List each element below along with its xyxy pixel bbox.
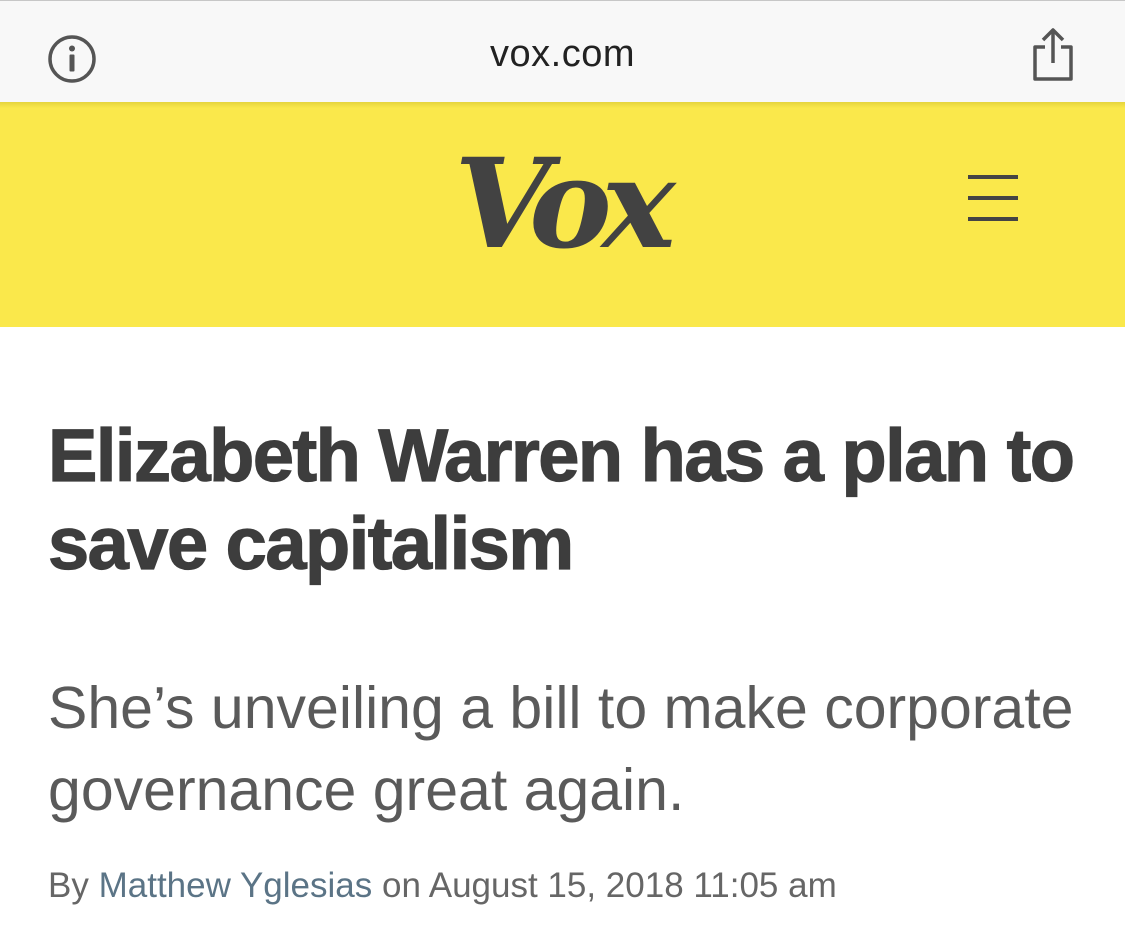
site-header: Vox <box>0 102 1125 327</box>
byline-on: on <box>382 866 421 905</box>
article-dek: She’s unveiling a bill to make corporate… <box>48 675 1074 823</box>
hamburger-menu-icon[interactable] <box>963 168 1023 228</box>
vox-logo[interactable]: Vox <box>440 142 680 267</box>
article-headline: Elizabeth Warren has a plan to save capi… <box>47 413 1075 585</box>
publish-date: August 15, 2018 11:05 am <box>428 866 837 905</box>
author-link[interactable]: Matthew Yglesias <box>99 866 373 905</box>
share-icon[interactable] <box>1027 27 1079 83</box>
byline-prefix: By <box>48 866 89 905</box>
byline: By Matthew Yglesias on August 15, 2018 1… <box>48 864 1108 908</box>
url-display[interactable]: vox.com <box>0 33 1125 76</box>
browser-address-bar: vox.com <box>0 0 1125 102</box>
